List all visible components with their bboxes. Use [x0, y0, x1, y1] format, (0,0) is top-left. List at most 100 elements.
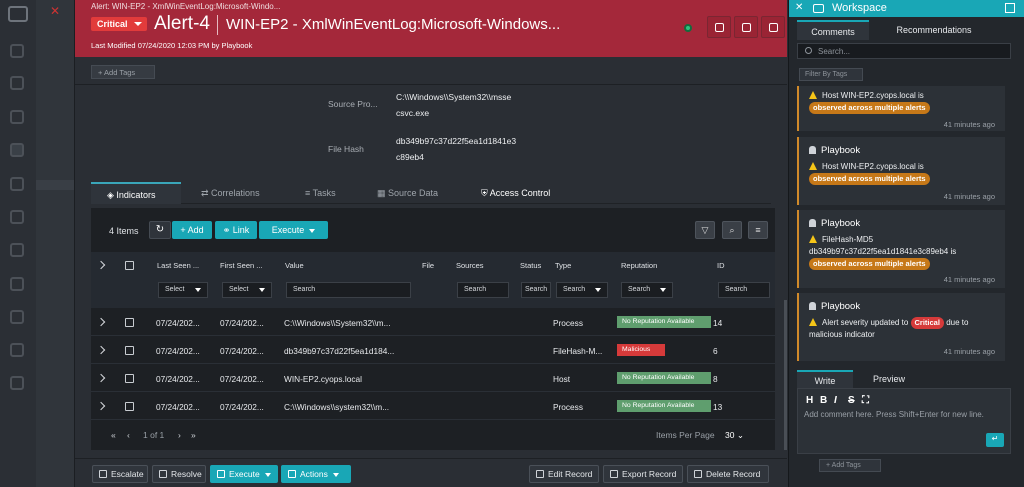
tab-tasks[interactable]: ≡ Tasks — [305, 182, 365, 204]
expand-row-icon[interactable] — [96, 401, 106, 411]
execute-button[interactable]: Execute — [210, 465, 278, 483]
escalate-button[interactable]: Escalate — [92, 465, 148, 483]
table-row[interactable]: 07/24/202... 07/24/202... WIN-EP2.cyops.… — [91, 364, 775, 392]
add-indicator-button[interactable]: + Add — [172, 221, 212, 239]
row-checkbox[interactable] — [125, 402, 134, 411]
comment-search-input[interactable]: Search... — [797, 43, 1011, 59]
cell-value[interactable]: C:\\Windows\\System32\\m... — [284, 318, 424, 328]
delete-record-button[interactable]: Delete Record — [687, 465, 769, 483]
first-page-icon[interactable]: « — [111, 430, 116, 440]
status-search-input[interactable]: Search — [521, 282, 551, 298]
row-checkbox[interactable] — [125, 346, 134, 355]
tab-recommendations[interactable]: Recommendations — [875, 20, 993, 40]
first-seen-filter-label: Select — [229, 286, 249, 293]
link-indicator-button[interactable]: ⚭ Link — [215, 221, 257, 239]
tab-comments[interactable]: Comments — [797, 20, 869, 40]
row-checkbox[interactable] — [125, 374, 134, 383]
alert-id: Alert-4 — [154, 13, 210, 34]
column-menu-button[interactable]: ≡ — [748, 221, 768, 239]
workspace-header: ✕ Workspace — [789, 0, 1024, 17]
close-modal-icon[interactable]: ✕ — [50, 4, 60, 18]
sources-search-input[interactable]: Search — [457, 282, 509, 298]
search-button[interactable]: ⌕ — [722, 221, 742, 239]
type-filter[interactable]: Search — [556, 282, 608, 298]
scrollbar[interactable] — [784, 300, 787, 450]
edit-record-button[interactable]: Edit Record — [529, 465, 599, 483]
close-workspace-icon[interactable]: ✕ — [795, 2, 803, 13]
table-row[interactable]: 07/24/202... 07/24/202... C:\\Windows\\S… — [91, 308, 775, 336]
chevron-down-icon — [332, 472, 339, 477]
actions-button[interactable]: Actions — [281, 465, 351, 483]
id-search-input[interactable]: Search — [718, 282, 770, 298]
next-page-icon[interactable]: › — [178, 430, 181, 440]
column-last-seen[interactable]: Last Seen ... — [157, 261, 199, 270]
tab-correlations[interactable]: ⇄ Correlations — [201, 182, 281, 204]
value-search-input[interactable]: Search — [286, 282, 411, 298]
column-file[interactable]: File — [422, 261, 434, 270]
column-type[interactable]: Type — [555, 261, 571, 270]
cell-value[interactable]: WIN-EP2.cyops.local — [284, 374, 424, 384]
filter-by-tags[interactable]: Filter By Tags — [799, 68, 863, 81]
background-row — [36, 180, 74, 190]
italic-icon[interactable]: I — [834, 395, 837, 406]
edit-button[interactable] — [734, 16, 758, 38]
cell-value[interactable]: db349b97c37d22f5ea1d184... — [284, 346, 424, 356]
strikethrough-icon[interactable]: S — [848, 395, 855, 406]
bold-icon[interactable]: B — [820, 395, 827, 406]
select-all-checkbox[interactable] — [125, 261, 134, 270]
tab-write[interactable]: Write — [797, 370, 853, 388]
column-sources[interactable]: Sources — [456, 261, 484, 270]
reputation-filter[interactable]: Search — [621, 282, 673, 298]
automation-icon[interactable] — [10, 177, 24, 191]
user-icon — [809, 146, 816, 154]
export-record-button[interactable]: Export Record — [603, 465, 683, 483]
workspace-add-tags[interactable]: + Add Tags — [819, 459, 881, 472]
send-comment-button[interactable]: ↵ — [986, 433, 1004, 447]
column-first-seen[interactable]: First Seen ... — [220, 261, 263, 270]
playbooks-icon[interactable] — [10, 143, 24, 157]
reports-icon[interactable] — [10, 310, 24, 324]
items-per-page-select[interactable]: 30 ⌄ — [725, 430, 744, 441]
dashboard-icon[interactable] — [10, 44, 24, 58]
column-status[interactable]: Status — [520, 261, 541, 270]
briefcase-icon[interactable] — [10, 277, 24, 291]
table-row[interactable]: 07/24/202... 07/24/202... C:\\Windows\\s… — [91, 392, 775, 420]
resolve-button[interactable]: Resolve — [152, 465, 206, 483]
first-seen-filter[interactable]: Select — [222, 282, 272, 298]
column-value[interactable]: Value — [285, 261, 304, 270]
link-button[interactable] — [761, 16, 785, 38]
tab-access-control[interactable]: ⛨ Access Control — [481, 182, 581, 204]
comment-input[interactable]: Add comment here. Press Shift+Enter for … — [804, 409, 1004, 449]
network-icon[interactable] — [10, 243, 24, 257]
add-tags-button[interactable]: + Add Tags — [91, 65, 155, 79]
table-row[interactable]: 07/24/202... 07/24/202... db349b97c37d22… — [91, 336, 775, 364]
filter-button[interactable]: ▽ — [695, 221, 715, 239]
apps-icon[interactable] — [10, 343, 24, 357]
incidents-icon[interactable] — [10, 76, 24, 90]
prev-page-icon[interactable]: ‹ — [127, 430, 130, 440]
tab-indicators[interactable]: ◈ Indicators — [91, 182, 181, 204]
heading-icon[interactable]: H — [806, 395, 813, 406]
last-seen-filter[interactable]: Select — [158, 282, 208, 298]
last-page-icon[interactable]: » — [191, 430, 196, 440]
expand-row-icon[interactable] — [96, 373, 106, 383]
expand-all-icon[interactable] — [96, 260, 106, 270]
alerts-icon[interactable] — [10, 110, 24, 124]
dock-icon[interactable] — [1005, 3, 1015, 13]
column-reputation[interactable]: Reputation — [621, 261, 657, 270]
severity-dropdown[interactable]: Critical — [91, 17, 147, 31]
playbook-graph-button[interactable] — [707, 16, 731, 38]
fullscreen-icon[interactable]: ⛶ — [862, 395, 869, 406]
expand-row-icon[interactable] — [96, 317, 106, 327]
tab-source-data[interactable]: ▦ Source Data — [377, 182, 457, 204]
execute-indicator-button[interactable]: Execute — [259, 221, 328, 239]
refresh-icon: ↻ — [155, 224, 165, 235]
row-checkbox[interactable] — [125, 318, 134, 327]
help-icon[interactable] — [10, 376, 24, 390]
cell-value[interactable]: C:\\Windows\\system32\\m... — [284, 402, 424, 412]
security-icon[interactable] — [10, 210, 24, 224]
tab-preview[interactable]: Preview — [859, 370, 919, 388]
column-id[interactable]: ID — [717, 261, 725, 270]
refresh-button[interactable]: ↻ — [149, 221, 171, 239]
expand-row-icon[interactable] — [96, 345, 106, 355]
